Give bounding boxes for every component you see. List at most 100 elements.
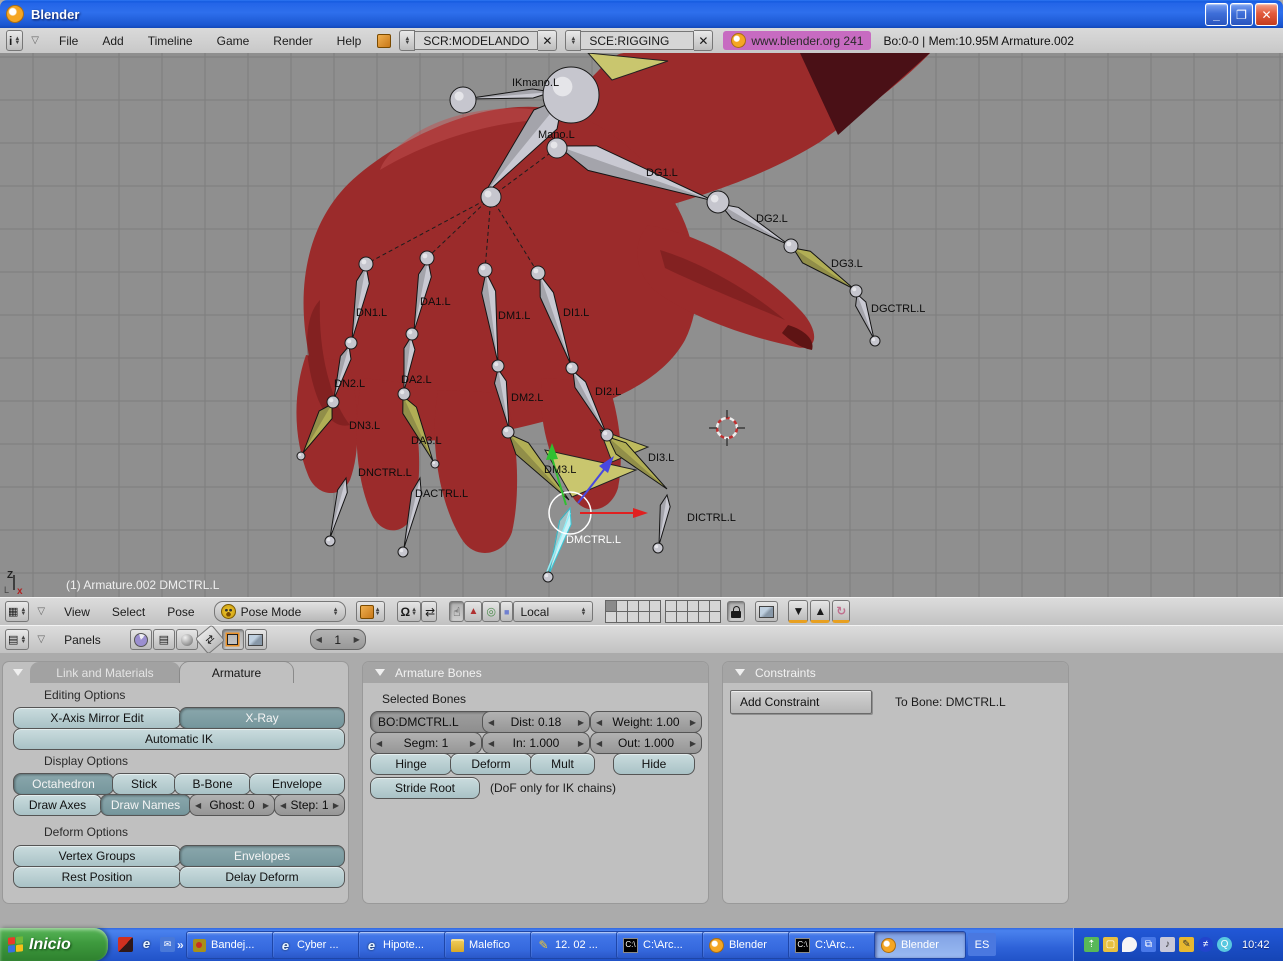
layers-grid-1[interactable] xyxy=(605,600,662,623)
task-button-6[interactable]: C:\ C:\Arc... xyxy=(616,931,708,959)
rotate-manipulator-button[interactable]: ◎ xyxy=(482,601,500,622)
menu-game[interactable]: Game xyxy=(217,34,250,48)
rotation-mode-button[interactable]: Ω ▲ ▼ xyxy=(396,601,422,622)
3d-viewport[interactable]: Z Lx (1) Armature.002 DMCTRL.L IKmano.L Mano… xyxy=(0,53,1283,597)
task-button-1[interactable]: Bandej... xyxy=(186,931,278,959)
draw-type-selector[interactable]: ▲ ▼ xyxy=(355,601,385,622)
tab-armature[interactable]: Armature xyxy=(180,662,293,683)
tablet-icon[interactable]: ✎ xyxy=(1179,937,1194,952)
context-button-script[interactable]: ▤ xyxy=(152,629,175,650)
tab-link-and-materials[interactable]: Link and Materials xyxy=(30,662,180,683)
volume-icon[interactable]: ♪ xyxy=(1160,937,1175,952)
layer-cell[interactable] xyxy=(650,612,661,622)
scene-close-icon[interactable]: ✕ xyxy=(694,30,714,51)
menu-help[interactable]: Help xyxy=(337,34,362,48)
armature-scene[interactable]: ZL x (1) Armature.002 DMCTRL.L IKmano.L Mano… xyxy=(0,53,1283,597)
frame-number-field[interactable]: ◀ 1 ▶ xyxy=(309,629,366,650)
envelopes-button[interactable]: Envelopes xyxy=(179,845,345,867)
armature-bones-header[interactable]: Armature Bones xyxy=(363,662,708,683)
stick-button[interactable]: Stick xyxy=(112,773,176,795)
task-button-8[interactable]: C:\ C:\Arc... xyxy=(788,931,880,959)
task-button-3[interactable]: e Hipote... xyxy=(358,931,450,959)
safely-remove-icon[interactable]: ⇡ xyxy=(1084,937,1099,952)
close-button[interactable]: ✕ xyxy=(1255,3,1278,26)
move-up-button[interactable]: ▲ xyxy=(810,600,831,623)
layer-cell[interactable] xyxy=(639,612,650,622)
ghost-field[interactable]: ◀ Ghost: 0 ▶ xyxy=(189,794,275,816)
header-collapse-icon[interactable]: ▽ xyxy=(37,634,45,645)
viewport-menu-view[interactable]: View xyxy=(64,605,90,619)
dist-field[interactable]: ◀ Dist: 0.18 ▶ xyxy=(482,711,590,733)
segm-field[interactable]: ◀ Segm: 1 ▶ xyxy=(370,732,482,754)
draw-axes-button[interactable]: Draw Axes xyxy=(13,794,102,816)
messenger-icon[interactable] xyxy=(1122,937,1137,952)
layer-cell[interactable] xyxy=(688,601,699,611)
x-ray-button[interactable]: X-Ray xyxy=(179,707,345,729)
layer-cell[interactable] xyxy=(699,601,710,611)
orientation-selector[interactable]: Local ▲ ▼ xyxy=(513,601,594,622)
outlook-icon[interactable]: ✉ xyxy=(160,937,175,952)
window-type-button-buttons[interactable]: ▤ ▲ ▼ xyxy=(5,629,30,650)
screen-selector-value[interactable]: SCR:MODELANDO xyxy=(415,31,539,50)
task-button-4[interactable]: Malefico xyxy=(444,931,536,959)
rotate-view-button[interactable]: ↻ xyxy=(832,600,851,623)
deform-button[interactable]: Deform xyxy=(450,753,532,775)
viewport-menu-select[interactable]: Select xyxy=(112,605,145,619)
layer-cell[interactable] xyxy=(688,612,699,622)
envelope-button[interactable]: Envelope xyxy=(249,773,345,795)
move-down-button[interactable]: ▼ xyxy=(788,600,809,623)
automatic-ik-button[interactable]: Automatic IK xyxy=(13,728,345,750)
step-field[interactable]: ◀ Step: 1 ▶ xyxy=(274,794,345,816)
language-indicator[interactable]: ES xyxy=(968,933,996,956)
layer-cell[interactable] xyxy=(666,601,677,611)
screen-selector[interactable]: ▲ ▼ SCR:MODELANDO ✕ xyxy=(399,30,558,51)
network-icon[interactable]: ⧉ xyxy=(1141,937,1156,952)
menu-render[interactable]: Render xyxy=(273,34,312,48)
delay-deform-button[interactable]: Delay Deform xyxy=(179,866,345,888)
weight-field[interactable]: ◀ Weight: 1.00 ▶ xyxy=(590,711,702,733)
layer-cell[interactable] xyxy=(677,612,688,622)
task-button-9[interactable]: Blender xyxy=(874,931,966,959)
scale-manipulator-button[interactable]: ■ xyxy=(500,601,514,622)
octahedron-button[interactable]: Octahedron xyxy=(13,773,114,795)
menu-add[interactable]: Add xyxy=(102,34,123,48)
layer-cell[interactable] xyxy=(710,601,721,611)
stride-root-button[interactable]: Stride Root xyxy=(370,777,480,799)
quicktime-icon[interactable]: Q xyxy=(1217,937,1232,952)
datablock-icon[interactable] xyxy=(377,33,392,48)
media-player-icon[interactable] xyxy=(118,937,133,952)
layers-grid-2[interactable] xyxy=(665,600,722,623)
layer-cell[interactable] xyxy=(677,601,688,611)
viewport-menu-pose[interactable]: Pose xyxy=(167,605,194,619)
mult-button[interactable]: Mult xyxy=(530,753,595,775)
layer-cell[interactable] xyxy=(628,612,639,622)
layer-cell[interactable] xyxy=(666,612,677,622)
b-bone-button[interactable]: B-Bone xyxy=(174,773,251,795)
layer-cell[interactable] xyxy=(628,601,639,611)
panel-collapse-icon[interactable] xyxy=(13,669,23,676)
screen-close-icon[interactable]: ✕ xyxy=(538,30,558,51)
x-axis-mirror-button[interactable]: X-Axis Mirror Edit xyxy=(13,707,181,729)
layer-cell[interactable] xyxy=(639,601,650,611)
panel-collapse-icon[interactable] xyxy=(375,669,385,676)
context-button-scene[interactable] xyxy=(244,629,267,650)
snap-target-button[interactable]: ⇄ xyxy=(421,601,438,622)
menu-file[interactable]: File xyxy=(59,34,78,48)
mode-selector[interactable]: Pose Mode ▲ ▼ xyxy=(213,601,346,622)
rest-position-button[interactable]: Rest Position xyxy=(13,866,181,888)
in-field[interactable]: ◀ In: 1.000 ▶ xyxy=(482,732,590,754)
overflow-chevron-icon[interactable]: » xyxy=(177,938,184,952)
window-type-button-3dview[interactable]: ▦ ▲ ▼ xyxy=(5,601,30,622)
start-button[interactable]: Inicio xyxy=(0,928,108,961)
bone-name-field[interactable]: BO:DMCTRL.L xyxy=(370,711,496,733)
updates-icon[interactable]: ▢ xyxy=(1103,937,1118,952)
scene-selector[interactable]: ▲ ▼ SCE:RIGGING ✕ xyxy=(565,30,714,51)
context-button-logic[interactable] xyxy=(129,629,152,650)
panels-menu[interactable]: Panels xyxy=(64,633,101,647)
context-button-editing[interactable] xyxy=(221,629,244,650)
task-button-5[interactable]: ✎ 12. 02 ... xyxy=(530,931,622,959)
layer-cell[interactable] xyxy=(617,601,628,611)
restore-button[interactable]: ❐ xyxy=(1230,3,1253,26)
header-collapse-icon[interactable]: ▽ xyxy=(31,35,39,46)
translate-manipulator-button[interactable]: ▲ xyxy=(464,601,483,622)
